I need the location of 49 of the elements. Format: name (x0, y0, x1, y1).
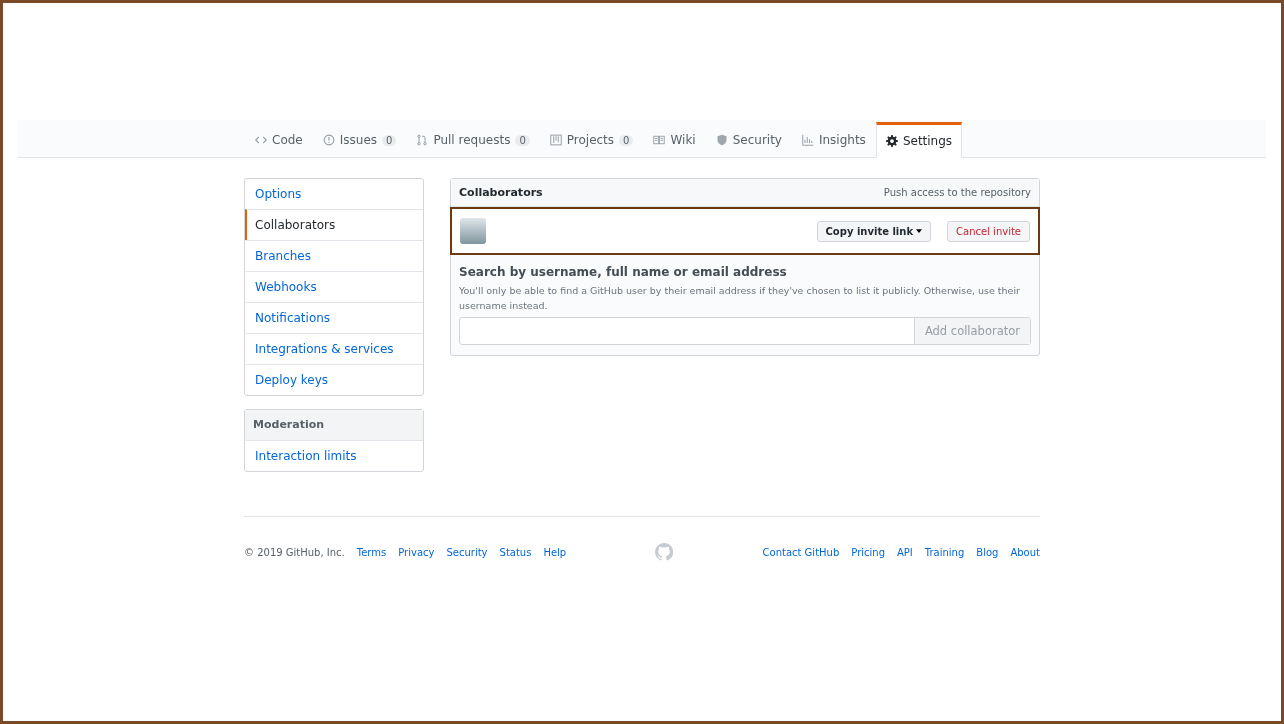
footer-link[interactable]: Pricing (851, 546, 885, 558)
copy-invite-link-button[interactable]: Copy invite link (816, 220, 932, 242)
panel-note: Push access to the repository (883, 187, 1031, 198)
count-badge: 0 (515, 134, 530, 146)
footer-link[interactable]: About (1010, 546, 1040, 558)
footer-link[interactable]: Terms (356, 546, 387, 558)
search-heading: Search by username, full name or email address (459, 265, 788, 279)
help-text: You'll only be able to find a GitHub user by their email address if they've chosen to list it publicly. Otherwise, use their username instead. (459, 284, 1021, 313)
footer-link[interactable]: Privacy (398, 546, 435, 558)
menu-heading: Moderation (245, 410, 423, 440)
repo-tab[interactable]: Insights (791, 122, 876, 157)
footer-link[interactable]: Training (924, 546, 965, 558)
code-icon (255, 134, 267, 146)
copyright-text: © 2019 GitHub, Inc. (244, 546, 345, 558)
bar-chart-icon (801, 134, 814, 146)
repo-tab[interactable]: Projects 0 (539, 122, 644, 157)
footer-link[interactable]: Blog (976, 546, 999, 558)
menu-item[interactable]: Integrations & services (245, 333, 423, 364)
book-icon (653, 134, 666, 146)
menu-item[interactable]: Deploy keys (245, 364, 423, 395)
count-badge: 0 (619, 134, 634, 146)
caret-icon (916, 229, 923, 233)
octocat-logo-icon[interactable] (655, 543, 674, 561)
project-board-icon (549, 134, 562, 146)
repo-tab[interactable]: Wiki (643, 122, 706, 157)
footer-link[interactable]: Contact GitHub (762, 546, 840, 558)
menu-item[interactable]: Collaborators (245, 209, 423, 240)
shield-icon (715, 134, 728, 146)
footer-link[interactable]: Security (446, 546, 488, 558)
repo-tab[interactable]: Issues 0 (312, 122, 407, 157)
repo-tab[interactable]: Security (705, 122, 792, 157)
footer-link[interactable]: Status (499, 546, 532, 558)
footer-link[interactable]: Help (543, 546, 567, 558)
menu-item[interactable]: Webhooks (245, 271, 423, 302)
count-badge: 0 (382, 134, 397, 146)
footer-link[interactable]: API (897, 546, 913, 558)
repo-tab[interactable]: Code (245, 122, 313, 157)
avatar-placeholder (460, 218, 486, 244)
cancel-invite-button[interactable]: Cancel invite (947, 220, 1030, 242)
settings-icon (885, 135, 898, 147)
menu-item[interactable]: Branches (245, 240, 423, 271)
pull-request-icon (416, 134, 429, 146)
menu-item[interactable]: Notifications (245, 302, 423, 333)
issue-icon (322, 134, 335, 146)
menu-item[interactable]: Interaction limits (245, 440, 423, 471)
menu-item[interactable]: Options (245, 179, 423, 209)
repo-tab[interactable]: Settings (875, 122, 963, 158)
panel-title: Collaborators (459, 186, 543, 199)
repo-tab[interactable]: Pull requests 0 (406, 122, 540, 157)
